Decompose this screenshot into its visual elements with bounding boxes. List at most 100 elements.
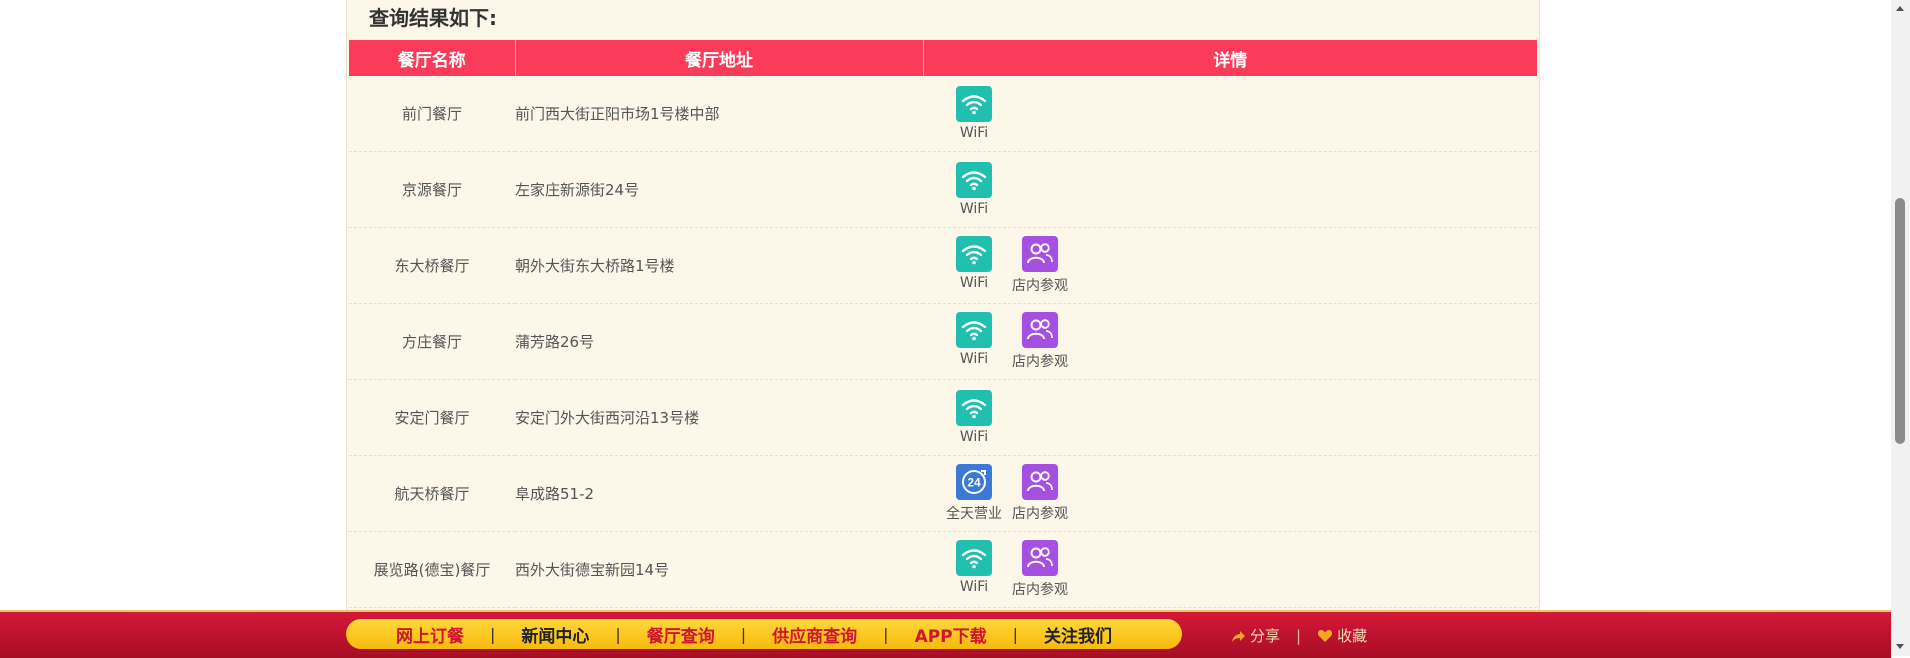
- feature-wifi: WiFi: [943, 540, 1005, 599]
- feature-icons: WiFi 店内参观: [923, 540, 1537, 599]
- nav-separator: |: [615, 624, 621, 644]
- nav-separator: |: [1012, 624, 1019, 644]
- restaurant-name: 前门餐厅: [349, 76, 515, 152]
- restaurant-details: WiFi: [923, 151, 1537, 228]
- wifi-icon: [956, 390, 992, 426]
- footer-tools: 分享 | 收藏: [1230, 625, 1367, 646]
- feature-wifi: WiFi: [943, 236, 1005, 295]
- page-scrollbar[interactable]: [1891, 0, 1910, 656]
- feature-label: 店内参观: [1012, 278, 1068, 294]
- result-title: 查询结果如下:: [369, 6, 497, 30]
- table-row: 前门餐厅 前门西大街正阳市场1号楼中部 WiFi: [349, 76, 1537, 152]
- footer-nav-link[interactable]: 新闻中心: [521, 622, 589, 647]
- svg-text:24: 24: [967, 476, 981, 490]
- store-tour-icon: [1022, 464, 1058, 500]
- feature-store-tour: 店内参观: [1009, 236, 1071, 295]
- wifi-icon: [956, 86, 992, 122]
- nav-separator: |: [883, 624, 889, 644]
- restaurant-name: 京源餐厅: [349, 151, 515, 228]
- table-row: 京源餐厅 左家庄新源街24号 WiFi: [349, 151, 1537, 228]
- table-row: 展览路(德宝)餐厅 西外大街德宝新园14号 WiFi 店内参观: [349, 531, 1537, 608]
- feature-label: WiFi: [959, 201, 989, 217]
- restaurant-address: 左家庄新源街24号: [515, 151, 923, 228]
- restaurant-address: 西外大街德宝新园14号: [515, 531, 923, 608]
- restaurant-details: 24 全天营业 店内参观: [923, 455, 1537, 532]
- restaurant-name: 方庄餐厅: [349, 303, 515, 380]
- feature-icons: WiFi: [923, 390, 1537, 445]
- restaurant-address: 蒲芳路26号: [515, 303, 923, 380]
- store-tour-icon: [1022, 540, 1058, 576]
- feature-24-hours: 24 全天营业: [943, 464, 1005, 523]
- feature-wifi: WiFi: [943, 86, 1005, 141]
- wifi-icon: [956, 540, 992, 576]
- restaurant-address: 前门西大街正阳市场1号楼中部: [515, 76, 923, 152]
- feature-store-tour: 店内参观: [1009, 540, 1071, 599]
- feature-icons: WiFi: [923, 162, 1537, 217]
- footer-nav-link[interactable]: 关注我们: [1044, 622, 1112, 647]
- table-row: 安定门餐厅 安定门外大街西河沿13号楼 WiFi: [349, 379, 1537, 456]
- feature-icons: WiFi 店内参观: [923, 312, 1537, 371]
- feature-icons: WiFi: [923, 86, 1537, 141]
- heart-icon: [1318, 629, 1333, 642]
- favorite-label: 收藏: [1337, 627, 1368, 645]
- table-body: 前门餐厅 前门西大街正阳市场1号楼中部 WiFi 京源餐厅 左家庄新源街24号 WiFi 东…: [349, 76, 1537, 608]
- table-row: 东大桥餐厅 朝外大街东大桥路1号楼 WiFi 店内参观: [349, 227, 1537, 304]
- restaurant-details: WiFi 店内参观: [923, 531, 1537, 608]
- feature-label: 店内参观: [1012, 582, 1068, 598]
- restaurant-address: 阜成路51-2: [515, 455, 923, 532]
- restaurant-details: WiFi 店内参观: [923, 227, 1537, 304]
- feature-label: WiFi: [959, 125, 989, 141]
- table-header-row: 餐厅名称 餐厅地址 详情: [349, 40, 1537, 76]
- store-tour-icon: [1022, 312, 1058, 348]
- feature-label: WiFi: [959, 351, 989, 367]
- header-details: 详情: [923, 40, 1537, 76]
- tools-separator: |: [1296, 626, 1302, 645]
- restaurant-name: 安定门餐厅: [349, 379, 515, 456]
- footer-nav-link[interactable]: 网上订餐: [396, 622, 464, 647]
- feature-store-tour: 店内参观: [1009, 464, 1071, 523]
- feature-wifi: WiFi: [943, 312, 1005, 371]
- table-row: 方庄餐厅 蒲芳路26号 WiFi 店内参观: [349, 303, 1537, 380]
- footer-nav-link[interactable]: APP下载: [915, 622, 987, 647]
- nav-separator: |: [740, 624, 747, 644]
- feature-label: WiFi: [959, 275, 989, 291]
- scroll-up-arrow-icon[interactable]: [1896, 6, 1904, 11]
- feature-label: 全天营业: [946, 506, 1002, 522]
- feature-wifi: WiFi: [943, 162, 1005, 217]
- nav-separator: |: [490, 624, 496, 644]
- restaurant-details: WiFi 店内参观: [923, 303, 1537, 380]
- results-panel: 查询结果如下: 餐厅名称 餐厅地址 详情 前门餐厅 前门西大街正阳市场1号楼中部 W…: [346, 0, 1540, 656]
- restaurant-details: WiFi: [923, 379, 1537, 456]
- feature-label: 店内参观: [1012, 354, 1068, 370]
- restaurant-name: 航天桥餐厅: [349, 455, 515, 532]
- store-tour-icon: [1022, 236, 1058, 272]
- feature-wifi: WiFi: [943, 390, 1005, 445]
- open-24-hours-icon: 24: [956, 464, 992, 500]
- favorite-button[interactable]: 收藏: [1317, 625, 1367, 646]
- share-button[interactable]: 分享: [1230, 625, 1280, 646]
- restaurant-name: 东大桥餐厅: [349, 227, 515, 304]
- feature-icons: 24 全天营业 店内参观: [923, 464, 1537, 523]
- scroll-down-arrow-icon[interactable]: [1896, 644, 1904, 649]
- feature-store-tour: 店内参观: [1009, 312, 1071, 371]
- wifi-icon: [956, 236, 992, 272]
- restaurant-address: 安定门外大街西河沿13号楼: [515, 379, 923, 456]
- restaurant-table: 餐厅名称 餐厅地址 详情 前门餐厅 前门西大街正阳市场1号楼中部 WiFi 京源餐厅左…: [349, 40, 1537, 608]
- share-label: 分享: [1250, 627, 1281, 645]
- feature-label: WiFi: [959, 429, 989, 445]
- feature-label: 店内参观: [1012, 506, 1068, 522]
- footer-nav-link[interactable]: 餐厅查询: [647, 622, 715, 647]
- table-row: 航天桥餐厅 阜成路51-2 24 全天营业 店内参观: [349, 455, 1537, 532]
- restaurant-details: WiFi: [923, 76, 1537, 152]
- wifi-icon: [956, 162, 992, 198]
- scroll-thumb[interactable]: [1895, 198, 1905, 444]
- feature-icons: WiFi 店内参观: [923, 236, 1537, 295]
- feature-label: WiFi: [959, 579, 989, 595]
- restaurant-address: 朝外大街东大桥路1号楼: [515, 227, 923, 304]
- footer-bar: 网上订餐 | 新闻中心 | 餐厅查询 | 供应商查询 | APP下载 | 关注我们 分享 | 收藏: [0, 610, 1891, 658]
- footer-nav-link[interactable]: 供应商查询: [772, 622, 857, 647]
- wifi-icon: [956, 312, 992, 348]
- header-restaurant-address: 餐厅地址: [515, 40, 924, 76]
- footer-nav: 网上订餐 | 新闻中心 | 餐厅查询 | 供应商查询 | APP下载 | 关注我们: [346, 619, 1182, 649]
- restaurant-name: 展览路(德宝)餐厅: [349, 531, 515, 608]
